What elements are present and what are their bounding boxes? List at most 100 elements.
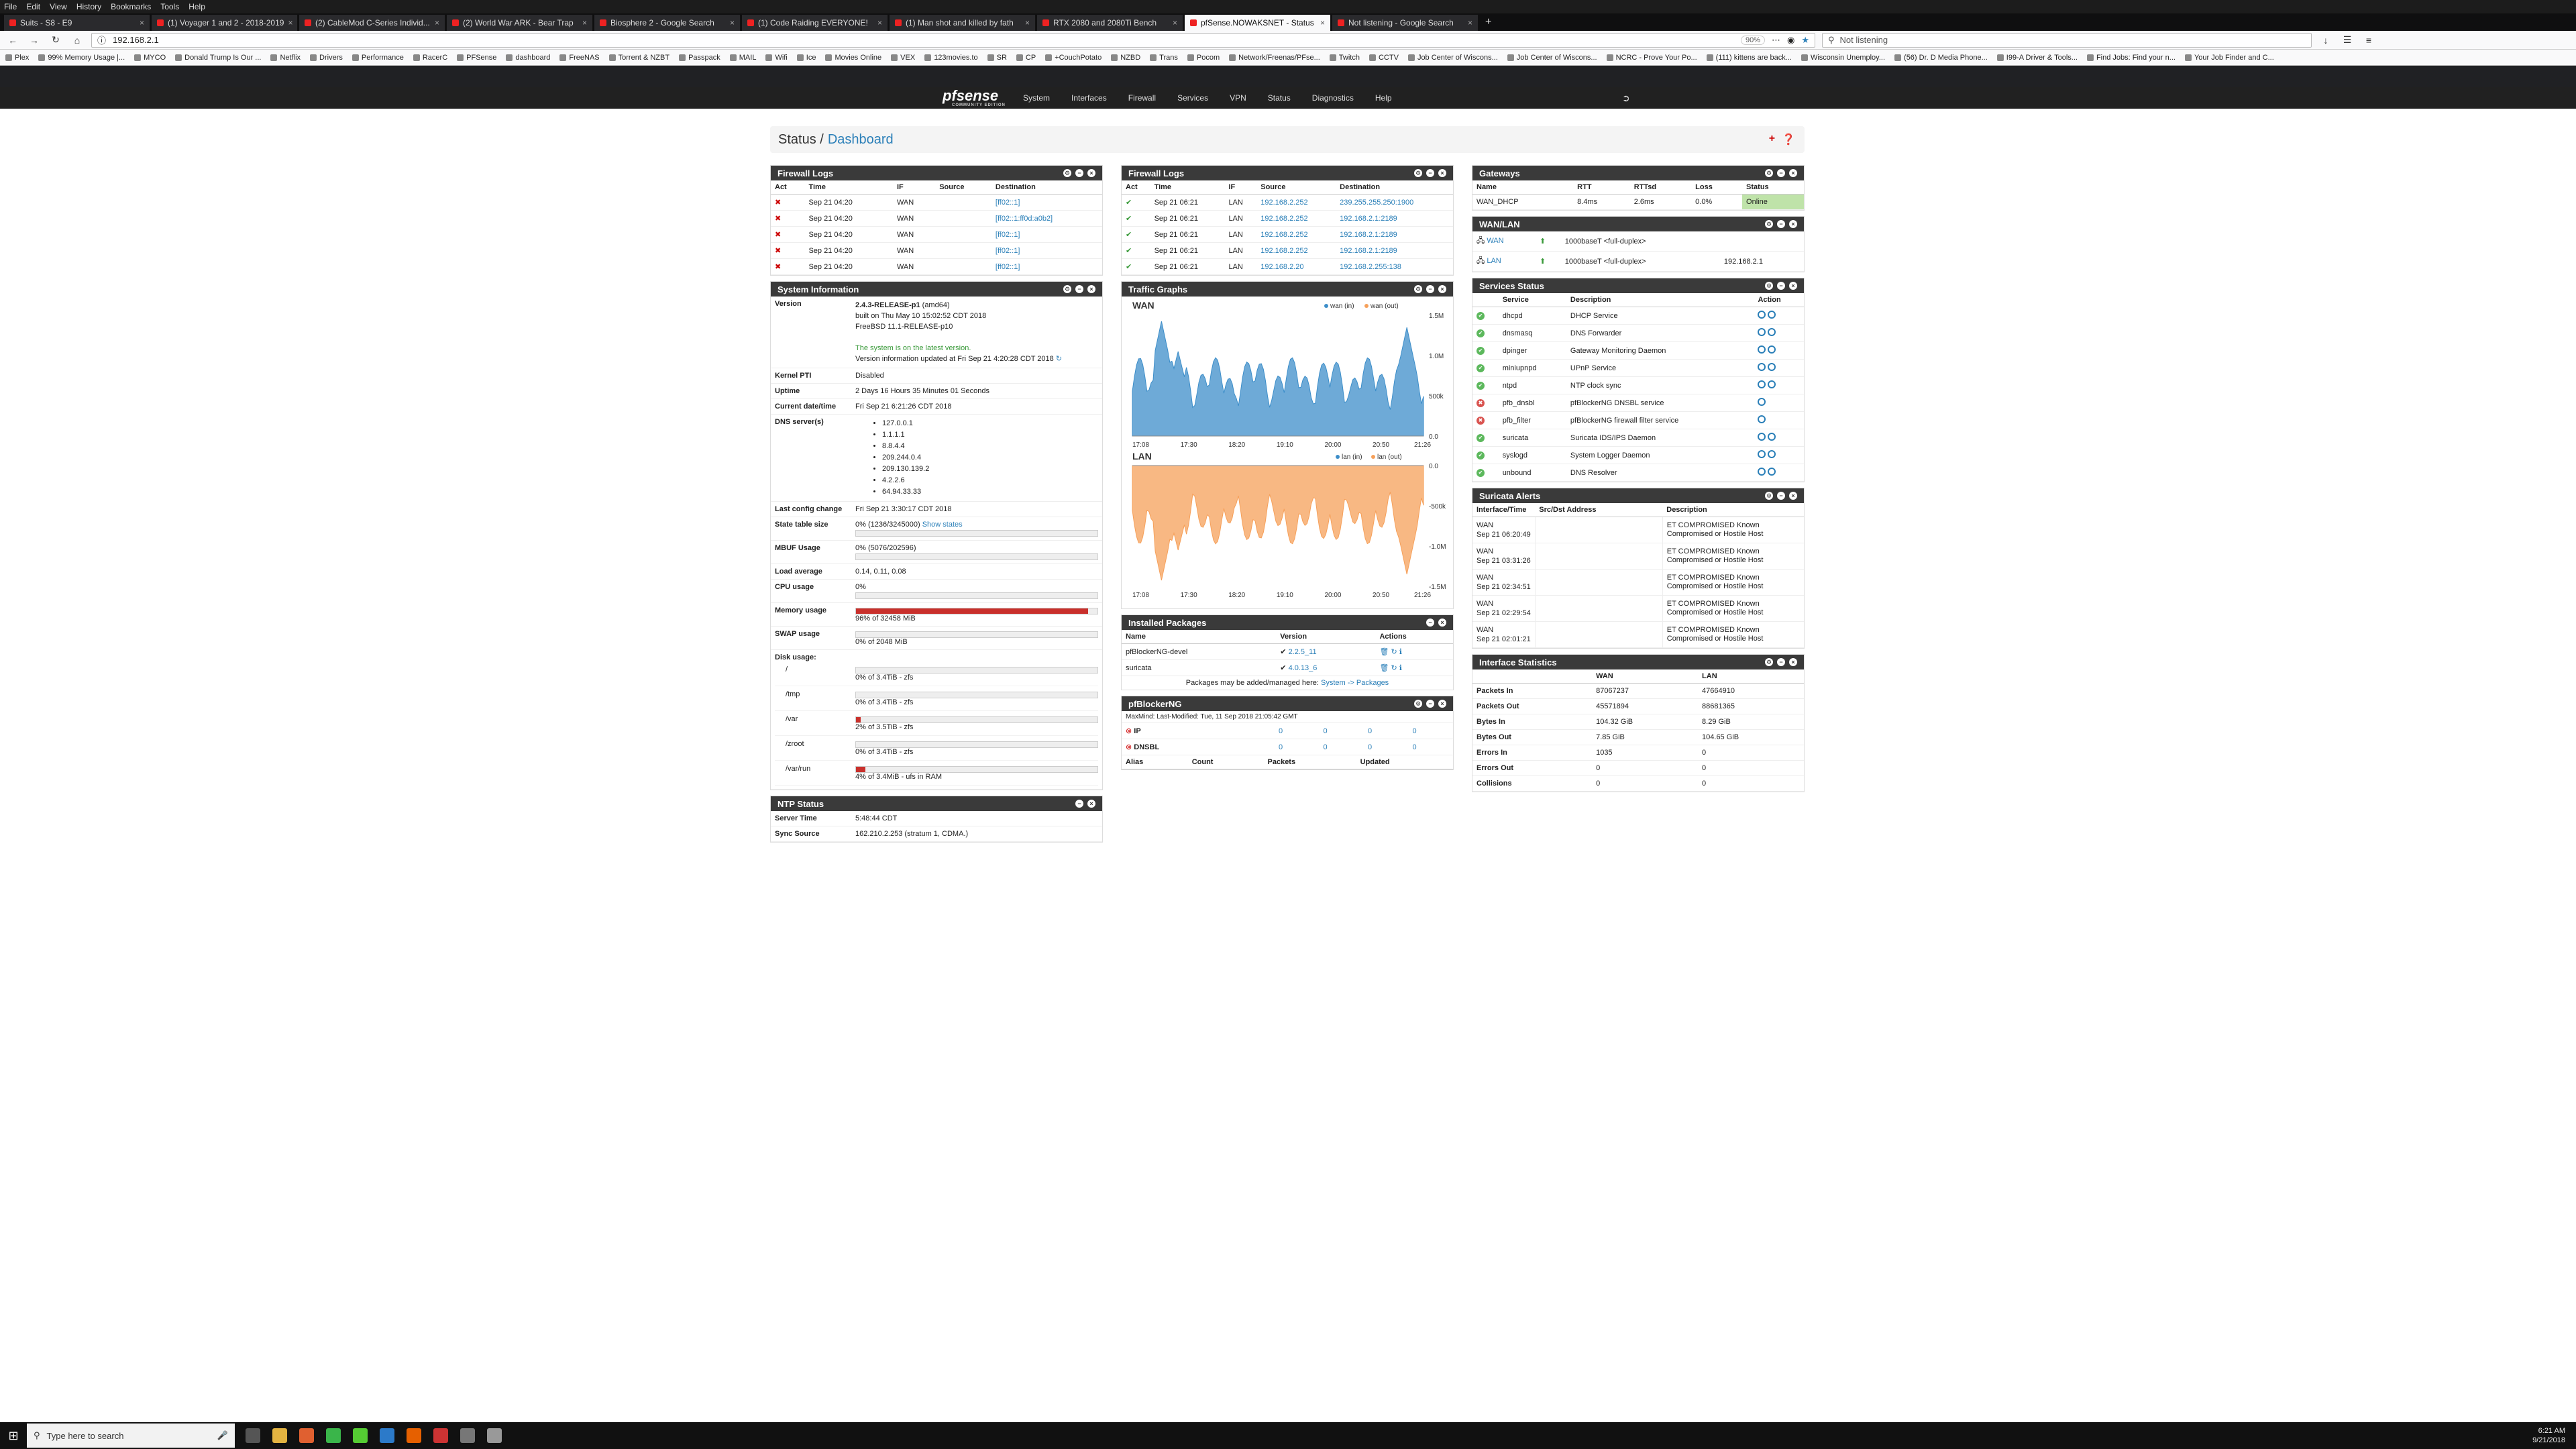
close-icon[interactable]: × xyxy=(1087,169,1095,177)
stop-icon[interactable] xyxy=(1768,380,1776,388)
system-tray-clock[interactable]: 6:21 AM 9/21/2018 xyxy=(2532,1426,2576,1445)
bookmark-item[interactable]: SR xyxy=(987,54,1007,62)
nav-vpn[interactable]: VPN xyxy=(1230,93,1246,103)
pass-icon[interactable]: ✔ xyxy=(1122,210,1150,227)
column-header[interactable]: Name xyxy=(1122,630,1277,644)
search-bar[interactable]: ⚲ Not listening xyxy=(1822,32,2312,48)
column-header[interactable]: Loss xyxy=(1691,180,1743,195)
pfb-count[interactable]: 0 xyxy=(1319,739,1364,755)
bookmark-item[interactable]: Torrent & NZBT xyxy=(608,54,669,62)
pfb-count[interactable]: 0 xyxy=(1319,723,1364,739)
nav-diagnostics[interactable]: Diagnostics xyxy=(1312,93,1354,103)
bookmark-item[interactable]: Performance xyxy=(352,54,404,62)
minimize-icon[interactable]: − xyxy=(1777,220,1785,228)
log-destination[interactable]: [ff02::1] xyxy=(991,226,1102,243)
column-header[interactable]: Service xyxy=(1498,293,1566,307)
close-tab-icon[interactable]: × xyxy=(140,18,144,28)
menu-history[interactable]: History xyxy=(76,2,101,11)
column-header[interactable]: Act xyxy=(1122,180,1150,195)
column-header[interactable]: Destination xyxy=(991,180,1102,195)
column-header[interactable]: IF xyxy=(892,180,936,195)
new-tab-icon[interactable]: + xyxy=(1480,16,1497,28)
column-header[interactable]: Status xyxy=(1742,180,1804,195)
log-source[interactable] xyxy=(935,242,991,259)
add-widget-icon[interactable]: + xyxy=(1769,133,1775,146)
bookmark-item[interactable]: Wisconsin Unemploy... xyxy=(1801,54,1885,62)
nav-help[interactable]: Help xyxy=(1375,93,1392,103)
log-destination[interactable]: 192.168.2.1:2189 xyxy=(1336,226,1453,243)
bookmark-item[interactable]: 99% Memory Usage |... xyxy=(38,54,125,62)
minimize-icon[interactable]: − xyxy=(1075,800,1083,808)
minimize-icon[interactable]: − xyxy=(1426,285,1434,293)
minimize-icon[interactable]: − xyxy=(1426,619,1434,627)
log-source[interactable] xyxy=(935,210,991,227)
log-destination[interactable]: 192.168.2.1:2189 xyxy=(1336,242,1453,259)
column-header[interactable]: RTTsd xyxy=(1629,180,1692,195)
minimize-icon[interactable]: − xyxy=(1777,658,1785,666)
bookmark-item[interactable]: Wifi xyxy=(765,54,788,62)
stop-icon[interactable] xyxy=(1768,328,1776,336)
bookmark-item[interactable]: (56) Dr. D Media Phone... xyxy=(1894,54,1988,62)
column-header[interactable]: Time xyxy=(804,180,893,195)
column-header[interactable]: Time xyxy=(1150,180,1225,195)
column-header[interactable] xyxy=(1472,669,1593,684)
wrench-icon[interactable]: ⚙ xyxy=(1765,220,1773,228)
logout-icon[interactable]: ➲ xyxy=(1622,93,1630,104)
wrench-icon[interactable]: ⚙ xyxy=(1765,492,1773,500)
bookmark-item[interactable]: Job Center of Wiscons... xyxy=(1407,54,1498,62)
wrench-icon[interactable]: ⚙ xyxy=(1414,169,1422,177)
stop-icon[interactable] xyxy=(1768,433,1776,441)
package-version[interactable]: 4.0.13_6 xyxy=(1289,664,1318,672)
log-destination[interactable]: 192.168.2.1:2189 xyxy=(1336,210,1453,227)
column-header[interactable]: Name xyxy=(1472,180,1574,195)
bookmark-item[interactable]: Your Job Finder and C... xyxy=(2184,54,2274,62)
log-destination[interactable]: [ff02::1:ff0d:a0b2] xyxy=(991,210,1102,227)
column-header[interactable]: RTT xyxy=(1573,180,1630,195)
menu-file[interactable]: File xyxy=(4,2,17,11)
app-icon[interactable] xyxy=(353,1428,368,1443)
interface-name[interactable]: WAN xyxy=(1487,237,1503,245)
library-icon[interactable]: ☰ xyxy=(2340,33,2355,48)
home-icon[interactable]: ⌂ xyxy=(70,33,85,48)
bookmark-item[interactable]: Network/Freenas/PFse... xyxy=(1229,54,1320,62)
start-icon[interactable] xyxy=(1758,415,1766,423)
page-title[interactable]: Dashboard xyxy=(828,132,894,148)
browser-tab[interactable]: (1) Voyager 1 and 2 - 2018-2019 × xyxy=(152,15,298,31)
wrench-icon[interactable]: ⚙ xyxy=(1765,169,1773,177)
windows-start-icon[interactable]: ⊞ xyxy=(0,1422,27,1449)
close-icon[interactable]: × xyxy=(1789,169,1797,177)
close-tab-icon[interactable]: × xyxy=(730,18,735,28)
pfsense-logo[interactable]: pfsense COMMUNITY EDITION xyxy=(943,87,1010,109)
breadcrumb-status[interactable]: Status / xyxy=(778,132,824,148)
bookmark-item[interactable]: VEX xyxy=(891,54,915,62)
bookmark-item[interactable]: Movies Online xyxy=(825,54,881,62)
block-icon[interactable]: ✖ xyxy=(771,210,805,227)
minimize-icon[interactable]: − xyxy=(1075,285,1083,293)
close-icon[interactable]: × xyxy=(1789,658,1797,666)
column-header[interactable]: Updated xyxy=(1356,755,1453,769)
app-icon[interactable] xyxy=(487,1428,502,1443)
bookmark-item[interactable]: Job Center of Wiscons... xyxy=(1507,54,1597,62)
bookmark-item[interactable]: dashboard xyxy=(506,54,550,62)
column-header[interactable]: Actions xyxy=(1375,630,1453,644)
browser-tab[interactable]: (2) World War ARK - Bear Trap × xyxy=(447,15,593,31)
log-source[interactable]: 192.168.2.252 xyxy=(1256,242,1336,259)
restart-icon[interactable] xyxy=(1758,380,1766,388)
restart-icon[interactable] xyxy=(1758,468,1766,476)
close-icon[interactable]: × xyxy=(1789,220,1797,228)
bookmark-item[interactable]: CCTV xyxy=(1368,54,1399,62)
show-states-link[interactable]: Show states xyxy=(922,521,963,529)
column-header[interactable]: Version xyxy=(1276,630,1376,644)
minimize-icon[interactable]: − xyxy=(1777,492,1785,500)
column-header[interactable]: Source xyxy=(1256,180,1336,195)
bookmark-item[interactable]: CP xyxy=(1016,54,1036,62)
browser-tab[interactable]: (1) Man shot and killed by fath × xyxy=(890,15,1036,31)
package-version[interactable]: 2.2.5_11 xyxy=(1289,648,1317,656)
close-tab-icon[interactable]: × xyxy=(435,18,439,28)
bookmark-item[interactable]: PFSense xyxy=(457,54,496,62)
close-icon[interactable]: × xyxy=(1087,800,1095,808)
pfb-count[interactable]: 0 xyxy=(1364,723,1409,739)
app-icon[interactable] xyxy=(433,1428,448,1443)
bookmark-item[interactable]: Trans xyxy=(1150,54,1178,62)
log-destination[interactable]: 192.168.2.255:138 xyxy=(1336,258,1453,275)
